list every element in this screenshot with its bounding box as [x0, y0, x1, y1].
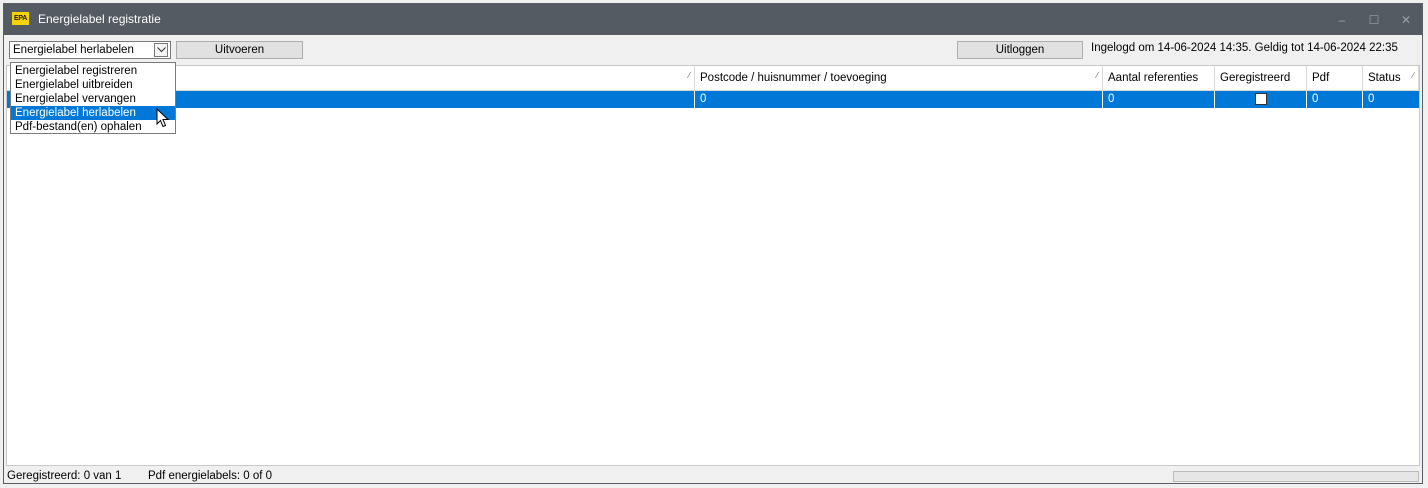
table-row[interactable]: 0 0 0 0: [7, 91, 1419, 108]
cell-geregistreerd[interactable]: [1215, 91, 1307, 108]
sort-icon: ⁄: [1412, 71, 1414, 80]
run-button[interactable]: Uitvoeren: [176, 41, 303, 59]
column-header-status[interactable]: Status ⁄: [1363, 66, 1419, 90]
window-title: Energielabel registratie: [38, 12, 161, 26]
title-bar[interactable]: EPA Energielabel registratie – ☐ ✕: [4, 4, 1422, 35]
maximize-icon[interactable]: ☐: [1366, 12, 1382, 28]
records-grid[interactable]: ⁄ Postcode / huisnummer / toevoeging ⁄ Aa…: [6, 65, 1420, 466]
column-header-referenties[interactable]: Aantal referenties: [1103, 66, 1215, 90]
action-select[interactable]: Energielabel herlabelen: [9, 41, 171, 59]
status-pdf: Pdf energielabels: 0 of 0: [148, 470, 273, 482]
dropdown-option[interactable]: Energielabel uitbreiden: [11, 78, 175, 92]
dropdown-option-selected[interactable]: Energielabel herlabelen: [11, 106, 175, 120]
registered-checkbox[interactable]: [1255, 93, 1267, 105]
logout-button[interactable]: Uitloggen: [957, 41, 1083, 59]
dropdown-option[interactable]: Pdf-bestand(en) ophalen: [11, 120, 175, 134]
grid-header: ⁄ Postcode / huisnummer / toevoeging ⁄ Aa…: [7, 66, 1419, 91]
dropdown-option[interactable]: Energielabel registreren: [11, 64, 175, 78]
status-bar: Geregistreerd: 0 van 1 Pdf energielabels…: [4, 468, 1422, 485]
main-window: EPA Energielabel registratie – ☐ ✕ Energ…: [3, 3, 1423, 484]
cell-status[interactable]: 0: [1363, 91, 1419, 108]
close-icon[interactable]: ✕: [1398, 12, 1414, 28]
sort-icon: ⁄: [1096, 71, 1098, 80]
action-select-value: Energielabel herlabelen: [13, 44, 134, 56]
action-dropdown-list[interactable]: Energielabel registreren Energielabel ui…: [10, 62, 176, 134]
toolbar: Energielabel herlabelen Uitvoeren Uitlog…: [4, 35, 1422, 65]
minimize-icon[interactable]: –: [1334, 12, 1350, 28]
cell-referenties[interactable]: 0: [1103, 91, 1215, 108]
status-registered: Geregistreerd: 0 van 1: [7, 470, 122, 482]
progress-bar: [1173, 471, 1419, 482]
column-header-geregistreerd[interactable]: Geregistreerd: [1215, 66, 1307, 90]
cell-pdf[interactable]: 0: [1307, 91, 1363, 108]
login-info: Ingelogd om 14-06-2024 14:35. Geldig tot…: [1091, 42, 1398, 54]
column-header-pdf[interactable]: Pdf: [1307, 66, 1363, 90]
chevron-down-icon[interactable]: [154, 43, 168, 57]
app-logo-icon: EPA: [12, 12, 29, 25]
column-header-postcode[interactable]: Postcode / huisnummer / toevoeging ⁄: [695, 66, 1103, 90]
cell-postcode[interactable]: 0: [695, 91, 1103, 108]
sort-icon: ⁄: [688, 71, 690, 80]
mouse-cursor-icon: [156, 108, 170, 128]
dropdown-option[interactable]: Energielabel vervangen: [11, 92, 175, 106]
